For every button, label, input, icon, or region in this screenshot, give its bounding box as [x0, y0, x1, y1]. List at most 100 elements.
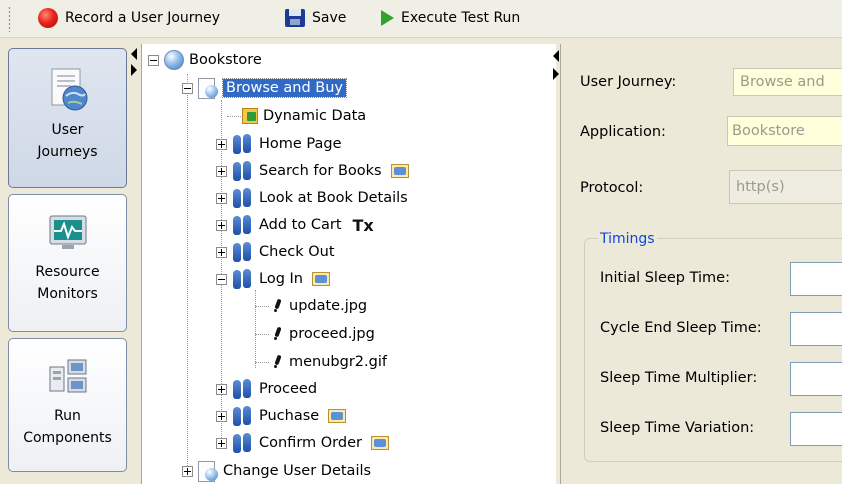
expand-toggle-icon[interactable] — [216, 410, 227, 422]
initial-sleep-time-label: Initial Sleep Time: — [600, 270, 730, 286]
tree-node-label: Check Out — [259, 244, 335, 260]
tree-node-browse-and-buy[interactable]: Browse and Buy — [182, 75, 348, 101]
user-journey-icon — [198, 78, 218, 99]
tree-node-page-expanded[interactable]: Log In — [216, 266, 330, 292]
expand-toggle-icon[interactable] — [216, 383, 227, 395]
toolbar: Record a User Journey Save Execute Test … — [0, 0, 842, 38]
tree-node-label: update.jpg — [289, 298, 368, 314]
expand-tree-arrow-icon[interactable] — [553, 68, 559, 80]
expand-toggle-icon[interactable] — [216, 165, 227, 177]
run-components-icon — [49, 359, 86, 393]
tree-node-resource[interactable]: proceed.jpg — [272, 321, 375, 347]
dynamic-data-icon — [242, 108, 258, 124]
record-icon — [38, 8, 58, 28]
collapse-toggle-icon[interactable] — [216, 273, 227, 285]
expand-right-arrow-icon[interactable] — [131, 64, 137, 76]
envelope-icon — [328, 409, 347, 423]
tree-connector — [255, 306, 269, 307]
sleep-time-variation-input[interactable] — [790, 412, 842, 446]
expand-toggle-icon[interactable] — [216, 437, 227, 449]
expand-toggle-icon[interactable] — [182, 465, 193, 477]
nav-run-components-button[interactable]: Run Components — [8, 338, 127, 472]
footsteps-icon — [232, 269, 254, 289]
cycle-end-sleep-time-input[interactable] — [790, 312, 842, 346]
tree-node-page[interactable]: Confirm Order — [216, 430, 389, 456]
nav-resource-monitors-line2: Monitors — [37, 286, 98, 302]
cycle-end-sleep-time-label: Cycle End Sleep Time: — [600, 320, 762, 336]
sleep-time-multiplier-input[interactable] — [790, 362, 842, 396]
tree-node-page[interactable]: Add to Cart Tx — [216, 212, 374, 238]
collapse-toggle-icon[interactable] — [182, 82, 193, 94]
tree-node-label: Dynamic Data — [263, 108, 367, 124]
globe-icon — [164, 50, 184, 70]
footsteps-icon — [232, 188, 254, 208]
footsteps-icon — [232, 134, 254, 154]
collapse-toggle-icon[interactable] — [148, 54, 159, 66]
user-journey-field[interactable]: Browse and — [733, 68, 842, 96]
user-journey-tree[interactable]: Bookstore Browse and Buy Dynamic Data Ho… — [141, 44, 556, 484]
tree-connector — [255, 290, 256, 368]
tree-node-label: Look at Book Details — [259, 190, 408, 206]
expand-toggle-icon[interactable] — [216, 192, 227, 204]
tree-connector — [255, 362, 269, 363]
resource-icon — [272, 327, 284, 341]
protocol-field[interactable]: http(s) — [729, 170, 842, 204]
collapse-tree-arrow-icon[interactable] — [553, 50, 559, 62]
tree-connector — [255, 334, 269, 335]
tree-node-page[interactable]: Home Page — [216, 131, 342, 157]
play-icon — [381, 10, 394, 26]
footsteps-icon — [232, 433, 254, 453]
expand-toggle-icon[interactable] — [216, 138, 227, 150]
nav-run-components-line2: Components — [23, 430, 112, 446]
nav-user-journeys-button[interactable]: User Journeys — [8, 48, 127, 188]
user-journey-label: User Journey: — [580, 74, 677, 90]
application-field[interactable]: Bookstore — [727, 116, 842, 146]
tree-node-dynamic-data[interactable]: Dynamic Data — [242, 103, 366, 129]
toolbar-grip[interactable] — [8, 6, 11, 32]
execute-test-run-button[interactable]: Execute Test Run — [381, 3, 520, 33]
execute-label: Execute Test Run — [401, 10, 521, 26]
tree-connector — [227, 116, 241, 117]
resource-icon — [272, 355, 284, 369]
expand-toggle-icon[interactable] — [216, 246, 227, 258]
tree-node-label: proceed.jpg — [289, 326, 375, 342]
save-button[interactable]: Save — [285, 3, 346, 33]
tree-node-page[interactable]: Puchase — [216, 403, 347, 429]
transaction-badge: Tx — [352, 215, 374, 235]
timings-title: Timings — [598, 231, 657, 247]
footsteps-icon — [232, 161, 254, 181]
tree-node-page[interactable]: Search for Books — [216, 158, 409, 184]
footsteps-icon — [232, 379, 254, 399]
left-navigation-panel: User Journeys Resource Monitors Run Comp… — [0, 38, 137, 484]
resource-icon — [272, 299, 284, 313]
tree-node-label: Proceed — [259, 381, 318, 397]
tree-node-resource[interactable]: update.jpg — [272, 293, 367, 319]
tree-connector — [187, 74, 188, 470]
footsteps-icon — [232, 242, 254, 262]
record-user-journey-button[interactable]: Record a User Journey — [38, 3, 220, 33]
nav-resource-monitors-button[interactable]: Resource Monitors — [8, 194, 127, 332]
user-journey-icon — [198, 461, 218, 482]
tree-node-label: Home Page — [259, 136, 342, 152]
tree-node-resource[interactable]: menubgr2.gif — [272, 349, 387, 375]
envelope-icon — [311, 272, 330, 286]
save-label: Save — [312, 10, 347, 26]
nav-resource-monitors-line1: Resource — [35, 264, 100, 280]
record-label: Record a User Journey — [65, 10, 221, 26]
resource-monitor-icon — [49, 215, 86, 249]
tree-node-page[interactable]: Proceed — [216, 376, 317, 402]
collapse-left-arrow-icon[interactable] — [131, 48, 137, 60]
user-journeys-icon — [51, 68, 87, 111]
tree-node-label-selected: Browse and Buy — [221, 78, 348, 98]
initial-sleep-time-input[interactable] — [790, 262, 842, 296]
expand-toggle-icon[interactable] — [216, 219, 227, 231]
tree-node-bookstore[interactable]: Bookstore — [148, 47, 262, 73]
protocol-label: Protocol: — [580, 180, 644, 196]
tree-node-change-user-details[interactable]: Change User Details — [182, 458, 371, 484]
tree-node-page[interactable]: Check Out — [216, 239, 335, 265]
tree-node-page[interactable]: Look at Book Details — [216, 185, 408, 211]
sleep-time-variation-label: Sleep Time Variation: — [600, 420, 755, 436]
nav-user-journeys-line2: Journeys — [37, 144, 98, 160]
tree-node-label: Add to Cart — [259, 217, 342, 233]
envelope-icon — [390, 164, 409, 178]
